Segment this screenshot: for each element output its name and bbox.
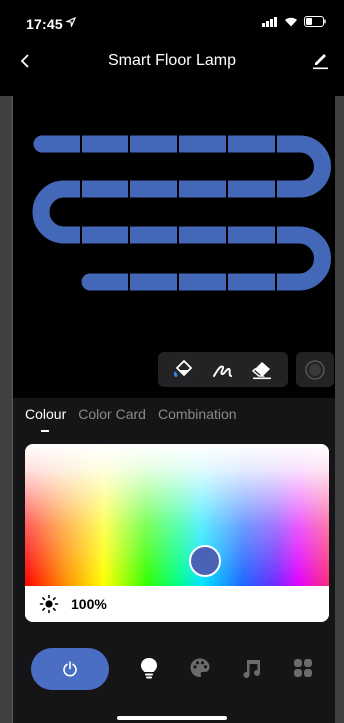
- brush-tool-button[interactable]: [208, 356, 238, 384]
- active-tab-indicator: [41, 430, 49, 432]
- lamp-strip-preview[interactable]: [13, 96, 335, 396]
- brightness-control[interactable]: 100%: [25, 586, 329, 622]
- signal-icon: [262, 14, 278, 32]
- page-title: Smart Floor Lamp: [107, 52, 237, 69]
- tab-color-card[interactable]: Color Card: [78, 406, 146, 422]
- bulb-icon: [141, 658, 157, 679]
- nav-palette-button[interactable]: [188, 656, 212, 680]
- tab-combination[interactable]: Combination: [158, 406, 237, 422]
- power-icon: [63, 661, 77, 677]
- color-spectrum[interactable]: [25, 444, 329, 586]
- paint-bucket-icon: [173, 359, 192, 377]
- record-circle-icon: [305, 359, 325, 380]
- strip-segment-dividers: [80, 135, 277, 291]
- scene-grid-icon: [294, 659, 312, 677]
- status-time: 17:45: [26, 16, 63, 32]
- record-button[interactable]: [296, 352, 334, 387]
- nav-light-button[interactable]: [137, 656, 161, 680]
- frame-edge-left: [0, 96, 12, 723]
- location-arrow-icon: [64, 14, 77, 32]
- nav-music-button[interactable]: [240, 656, 264, 680]
- pencil-icon: [313, 54, 328, 70]
- brush-icon: [212, 365, 232, 377]
- brightness-value: 100%: [71, 596, 107, 612]
- frame-edge-right: [335, 96, 344, 723]
- edit-button[interactable]: [308, 48, 332, 74]
- mode-tabs: Colour Color Card Combination: [25, 406, 237, 422]
- palette-icon: [190, 658, 210, 677]
- header: Smart Floor Lamp: [0, 44, 344, 78]
- wifi-icon: [284, 14, 298, 32]
- sun-icon: [39, 594, 59, 614]
- color-picker-card: 100%: [25, 444, 329, 622]
- lamp-strip-svg: [32, 135, 331, 291]
- tab-colour[interactable]: Colour: [25, 406, 66, 422]
- drawing-toolbar: [158, 352, 288, 387]
- battery-icon: [304, 14, 326, 32]
- home-indicator[interactable]: [117, 716, 227, 720]
- eraser-icon: [252, 361, 272, 379]
- status-bar: 17:45: [0, 0, 344, 44]
- power-button[interactable]: [31, 648, 109, 690]
- music-icon: [243, 660, 260, 678]
- bottom-nav: [13, 644, 335, 696]
- eraser-tool-button[interactable]: [247, 356, 277, 384]
- status-icons: [262, 14, 326, 32]
- color-picker-handle[interactable]: [189, 545, 221, 577]
- nav-scene-button[interactable]: [291, 656, 315, 680]
- fill-tool-button[interactable]: [169, 356, 199, 384]
- color-panel: Colour Color Card Combination 100%: [13, 398, 335, 723]
